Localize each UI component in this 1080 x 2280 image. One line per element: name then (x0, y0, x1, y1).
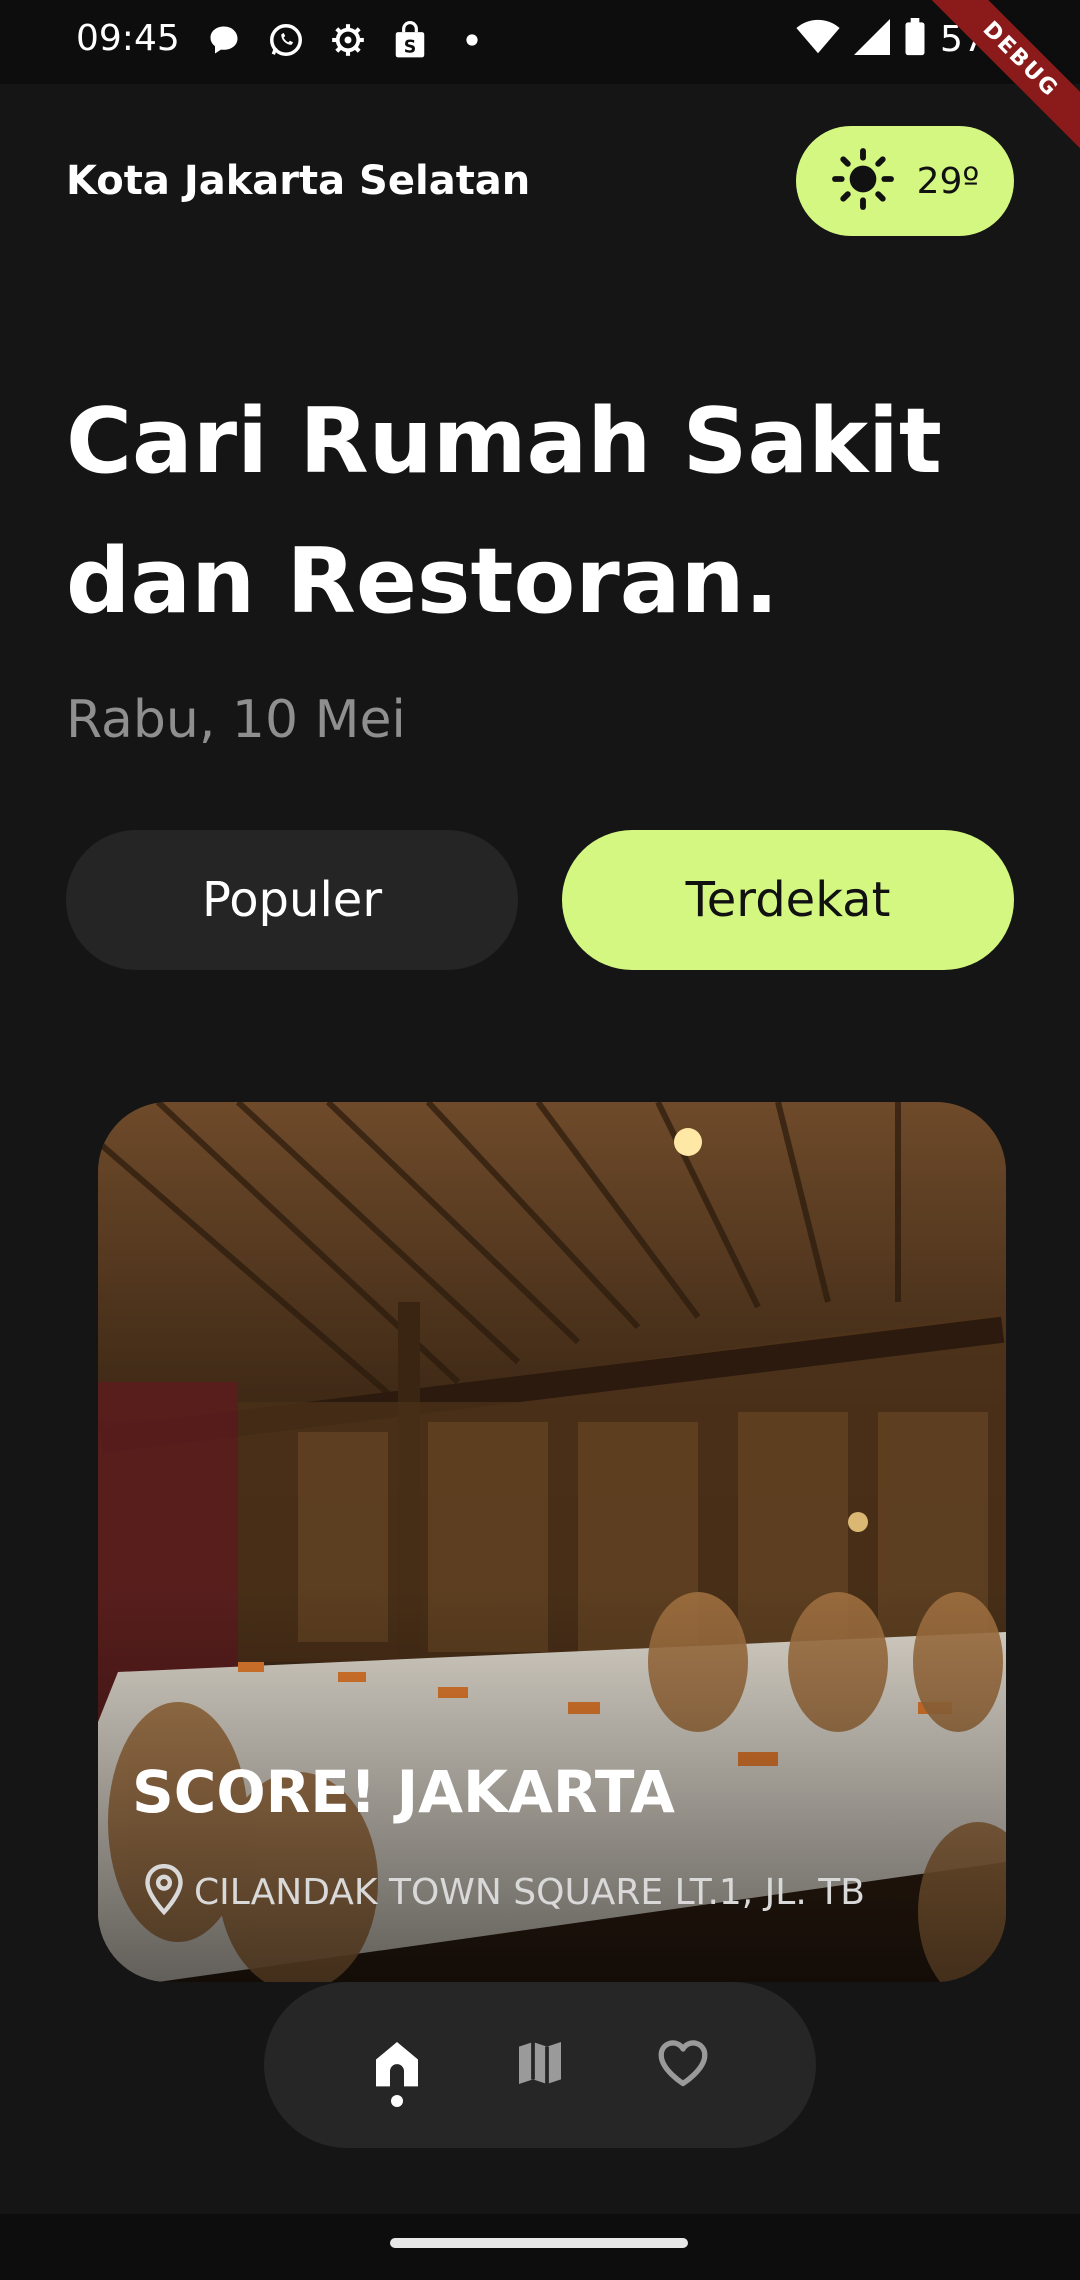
nav-home[interactable] (347, 2015, 447, 2115)
signal-icon (853, 19, 890, 59)
whatsapp-icon (266, 20, 306, 60)
app-screen: 09:45 S DEBUG Kota Jakarta Selatan 29º C… (0, 0, 1080, 2280)
active-indicator-dot (391, 2095, 403, 2107)
bottom-navigation (264, 1982, 816, 2148)
place-address: CILANDAK TOWN SQUARE LT.1, JL. TB (194, 1871, 865, 1913)
tab-populer-label: Populer (201, 872, 383, 928)
wifi-icon (796, 19, 840, 59)
sun-icon (831, 147, 895, 215)
nav-favorites[interactable] (633, 2015, 733, 2115)
weather-chip[interactable]: 29º (796, 126, 1014, 236)
svg-text:S: S (404, 38, 417, 58)
chat-bubble-icon (204, 20, 244, 60)
status-time: 09:45 (76, 18, 180, 59)
map-icon (512, 2035, 568, 2095)
heart-icon (654, 2034, 712, 2096)
shopping-bag-icon: S (390, 20, 430, 60)
gesture-handle[interactable] (390, 2238, 688, 2248)
place-address-row: CILANDAK TOWN SQUARE LT.1, JL. TB (142, 1863, 865, 1920)
location-pin-icon (142, 1863, 186, 1920)
place-card[interactable]: SCORE! JAKARTA CILANDAK TOWN SQUARE LT.1… (98, 1102, 1006, 1982)
home-icon (369, 2035, 425, 2095)
headline-line-2: dan Restoran. (66, 529, 779, 634)
status-bar: 09:45 S DEBUG (0, 0, 1080, 167)
location-label: Kota Jakarta Selatan (66, 158, 531, 204)
page-headline: Cari Rumah Sakit dan Restoran. (66, 372, 1026, 652)
tab-terdekat-label: Terdekat (685, 872, 891, 928)
tab-terdekat[interactable]: Terdekat (562, 830, 1014, 970)
tab-populer[interactable]: Populer (66, 830, 518, 970)
nav-map[interactable] (490, 2015, 590, 2115)
battery-icon (904, 18, 926, 60)
weather-temperature: 29º (916, 160, 980, 202)
settings-icon (328, 20, 368, 60)
place-title: SCORE! JAKARTA (132, 1758, 675, 1826)
notification-icons: S (204, 20, 492, 60)
dot-icon (452, 20, 492, 60)
headline-line-1: Cari Rumah Sakit (66, 389, 942, 494)
restaurant-photo (98, 1102, 1006, 1982)
current-date: Rabu, 10 Mei (66, 690, 406, 750)
